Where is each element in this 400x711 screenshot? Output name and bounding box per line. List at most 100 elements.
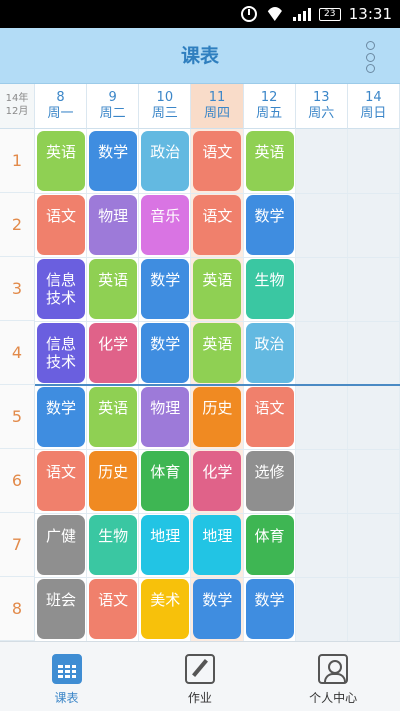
day-header: 9 周二 [87, 84, 140, 129]
lesson-cell[interactable]: 历史 [193, 387, 242, 447]
signal-icon [292, 7, 311, 21]
lesson-cell[interactable]: 数学 [37, 387, 85, 447]
corner-year: 14年 [5, 93, 29, 104]
day-weekday: 周五 [256, 106, 283, 121]
period-label: 4 [0, 321, 35, 385]
day-date: 14 [365, 90, 382, 105]
profile-icon [318, 654, 349, 684]
period-label: 3 [0, 257, 35, 321]
row-line [35, 513, 400, 514]
row-line [35, 257, 400, 258]
day-date: 11 [208, 90, 226, 105]
lesson-cell[interactable]: 英语 [245, 131, 294, 191]
row-line [35, 321, 400, 322]
status-icons: 23 13:31 [240, 4, 392, 24]
lesson-cell[interactable]: 英语 [37, 131, 85, 191]
lesson-cell[interactable]: 物理 [141, 387, 190, 447]
day-header: 14 周日 [347, 84, 400, 129]
lesson-cell[interactable]: 化学 [193, 451, 242, 511]
month-corner: 14年 12月 [0, 84, 35, 129]
lesson-cell[interactable]: 数学 [245, 579, 294, 639]
lesson-cell[interactable]: 生物 [89, 515, 138, 575]
row-line [35, 449, 400, 450]
lesson-cell[interactable]: 化学 [89, 323, 138, 383]
day-weekday: 周二 [99, 106, 126, 121]
lesson-cell[interactable]: 生物 [245, 259, 294, 319]
lesson-cell[interactable]: 语文 [193, 195, 242, 255]
lesson-cell[interactable]: 语文 [89, 579, 138, 639]
lesson-cell[interactable]: 语文 [193, 131, 242, 191]
lesson-cell[interactable]: 班会 [37, 579, 85, 639]
status-bar: 23 13:31 [0, 0, 400, 28]
day-header: 13 周六 [295, 84, 348, 129]
day-date: 12 [260, 90, 278, 105]
day-weekday: 周六 [308, 106, 335, 121]
lesson-cell[interactable]: 语文 [37, 195, 85, 255]
lesson-cell[interactable]: 政治 [245, 323, 294, 383]
day-date: 10 [156, 90, 174, 105]
lesson-cell[interactable]: 政治 [141, 131, 190, 191]
lesson-cell[interactable]: 音乐 [141, 195, 190, 255]
lesson-cell[interactable]: 英语 [89, 387, 138, 447]
row-line [35, 577, 400, 578]
lesson-cell[interactable]: 数学 [141, 259, 190, 319]
lesson-cell[interactable]: 体育 [141, 451, 190, 511]
battery-icon: 23 [318, 7, 341, 21]
day-weekday: 周日 [360, 106, 387, 121]
lesson-cell[interactable]: 广健 [37, 515, 85, 575]
lesson-cell[interactable]: 语文 [37, 451, 85, 511]
lesson-cell[interactable]: 地理 [141, 515, 190, 575]
day-date: 13 [312, 90, 330, 105]
day-header: 11 周四 [191, 84, 244, 129]
lesson-cell[interactable]: 英语 [193, 259, 242, 319]
lesson-cell[interactable]: 数学 [193, 579, 242, 639]
nav-item-homework[interactable]: 作业 [133, 642, 266, 711]
period-label: 8 [0, 577, 35, 641]
bottom-nav: 课表 作业 个人中心 [0, 641, 400, 711]
lesson-cell[interactable]: 选修 [245, 451, 294, 511]
lesson-cell[interactable]: 信息技术 [37, 323, 85, 383]
day-header: 8 周一 [35, 84, 88, 129]
lesson-cell[interactable]: 地理 [193, 515, 242, 575]
homework-icon [184, 654, 215, 684]
app-header: 课表 [0, 28, 400, 84]
alarm-clock-icon [240, 6, 257, 22]
wifi-icon [265, 7, 285, 21]
nav-item-profile[interactable]: 个人中心 [267, 642, 400, 711]
day-header: 12 周五 [243, 84, 296, 129]
day-weekday: 周四 [203, 106, 230, 121]
lesson-cell[interactable]: 物理 [89, 195, 138, 255]
lesson-cell[interactable]: 语文 [245, 387, 294, 447]
lesson-cell[interactable]: 数学 [245, 195, 294, 255]
day-weekday: 周三 [151, 106, 178, 121]
day-date: 8 [56, 90, 65, 105]
status-time: 13:31 [348, 5, 392, 23]
nav-item-schedule[interactable]: 课表 [0, 642, 133, 711]
lesson-cell[interactable]: 美术 [141, 579, 190, 639]
nav-item-label: 作业 [187, 691, 212, 705]
period-label: 6 [0, 449, 35, 513]
lesson-cell[interactable]: 体育 [245, 515, 294, 575]
period-label: 2 [0, 193, 35, 257]
schedule-icon [51, 654, 82, 684]
lesson-cell[interactable]: 英语 [193, 323, 242, 383]
nav-item-label: 课表 [54, 691, 79, 705]
day-header: 10 周三 [139, 84, 192, 129]
page-title: 课表 [180, 45, 219, 67]
lesson-cell[interactable]: 数学 [141, 323, 190, 383]
period-label: 7 [0, 513, 35, 577]
timetable-grid: 14年 12月 8 周一 9 周二 10 周三 11 周四 12 周五 13 周六 14 周日 1 2 3 4 5 6… [0, 84, 400, 641]
day-date: 9 [108, 90, 117, 105]
lesson-cell[interactable]: 信息技术 [37, 259, 85, 319]
period-label: 5 [0, 385, 35, 449]
lesson-cell[interactable]: 英语 [89, 259, 138, 319]
period-label: 1 [0, 129, 35, 193]
noon-divider [0, 384, 400, 386]
lesson-cell[interactable]: 数学 [89, 131, 138, 191]
overflow-menu-icon[interactable] [366, 41, 376, 73]
corner-month: 12月 [5, 106, 29, 117]
row-line [35, 193, 400, 194]
lesson-cell[interactable]: 历史 [89, 451, 138, 511]
nav-item-label: 个人中心 [309, 691, 358, 705]
day-weekday: 周一 [47, 106, 74, 121]
